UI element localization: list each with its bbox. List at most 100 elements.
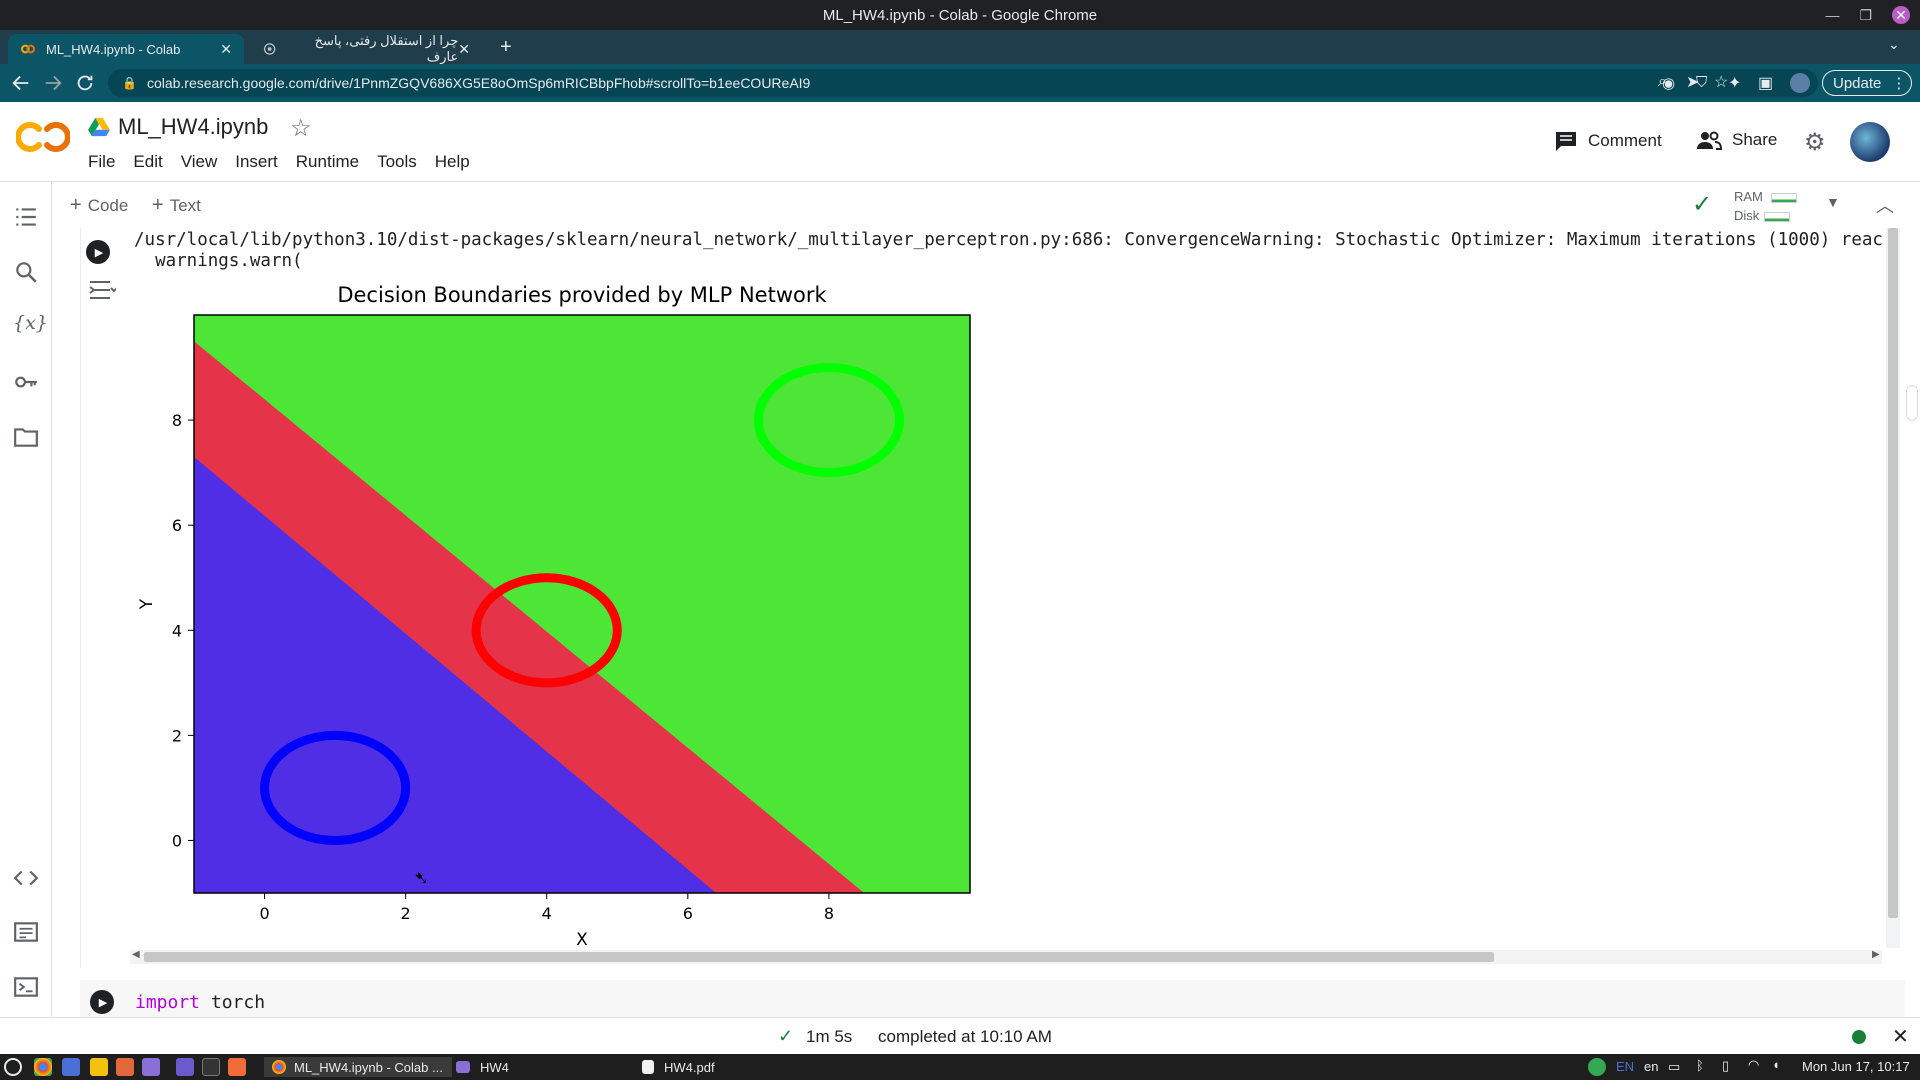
close-status-icon[interactable]: ✕ (1892, 1024, 1909, 1049)
star-icon[interactable]: ☆ (290, 114, 312, 143)
scroll-left-icon[interactable]: ◀ (132, 949, 140, 960)
status-bar: ✓ 1m 5s completed at 10:10 AM ✕ (0, 1017, 1920, 1054)
sidepanel-icon[interactable]: ▣ (1758, 73, 1773, 93)
table-of-contents-icon[interactable] (13, 204, 39, 230)
translate-launcher-icon[interactable] (62, 1058, 80, 1076)
minimize-icon[interactable]: — (1825, 7, 1839, 23)
tab-close-icon[interactable]: ✕ (458, 41, 470, 58)
taskbar-window-colab[interactable]: ML_HW4.ipynb - Colab ... (264, 1057, 452, 1077)
menu-tools[interactable]: Tools (377, 152, 417, 172)
terminal-launcher-icon[interactable] (202, 1058, 220, 1076)
horizontal-scroll-thumb[interactable] (144, 952, 1494, 962)
update-button[interactable]: Update ⋮ (1822, 70, 1912, 96)
files-launcher-icon[interactable] (176, 1058, 194, 1076)
y-tick-label: 6 (172, 516, 182, 535)
code-cell[interactable] (80, 980, 1905, 1017)
app-launcher-icon[interactable] (228, 1058, 246, 1076)
add-text-button[interactable]: + Text (152, 194, 201, 217)
comment-button[interactable]: Comment (1554, 130, 1662, 152)
warning-line: /usr/local/lib/python3.10/dist-packages/… (134, 230, 1884, 250)
page-scroll-thumb[interactable] (1906, 385, 1918, 421)
tab-search-chevron-icon[interactable]: ⌄ (1888, 36, 1900, 53)
app-launcher-icon[interactable] (142, 1058, 160, 1076)
display-icon[interactable]: ▭ (1668, 1059, 1680, 1075)
output-vertical-scrollbar[interactable] (1886, 228, 1900, 948)
menu-view[interactable]: View (181, 152, 218, 172)
chrome-launcher-icon[interactable] (34, 1058, 52, 1076)
puzzle-icon[interactable]: ✦ (1728, 73, 1741, 93)
new-tab-icon[interactable]: + (500, 36, 512, 59)
tab-article[interactable]: چرا از استقلال رفتی، پاسخ عارف ✕ (250, 33, 482, 64)
search-icon[interactable] (13, 259, 39, 285)
horizontal-scrollbar[interactable]: ◀ ▶ (130, 949, 1882, 964)
execution-duration[interactable]: 1m 5s (806, 1027, 852, 1047)
run-cell-button[interactable]: ▶ (90, 990, 114, 1014)
url-text: colab.research.google.com/drive/1PnmZGQV… (146, 75, 811, 91)
runtime-status-dot[interactable] (1852, 1030, 1866, 1044)
tab-close-icon[interactable]: ✕ (220, 41, 232, 58)
files-folder-icon[interactable] (13, 424, 39, 450)
add-code-button[interactable]: + Code (70, 194, 128, 217)
back-icon[interactable] (10, 72, 32, 94)
reload-icon[interactable] (74, 72, 96, 94)
menu-help[interactable]: Help (435, 152, 470, 172)
connected-check-icon[interactable]: ✓ (1692, 190, 1712, 219)
scroll-right-icon[interactable]: ▶ (1872, 949, 1880, 960)
output-actions-icon[interactable] (88, 278, 116, 302)
colab-favicon-icon (21, 44, 35, 54)
resources-indicator[interactable]: RAM Disk (1734, 187, 1797, 225)
volume-icon[interactable]: ◖ (1772, 1057, 1780, 1072)
bookmark-star-icon[interactable]: ☆ (1714, 72, 1728, 92)
code-snippets-icon[interactable] (13, 865, 39, 891)
secrets-key-icon[interactable] (13, 369, 39, 395)
warning-output: /usr/local/lib/python3.10/dist-packages/… (134, 230, 1884, 272)
tab-label: چرا از استقلال رفتی، پاسخ عارف (314, 33, 459, 64)
x-tick-label: 6 (683, 904, 693, 923)
tab-colab[interactable]: ML_HW4.ipynb - Colab ✕ (8, 34, 244, 64)
taskbar-window-folder[interactable]: HW4 (456, 1057, 509, 1077)
clock[interactable]: Mon Jun 17, 10:17 (1802, 1059, 1910, 1074)
run-cell-button[interactable]: ▶ (86, 240, 110, 264)
command-palette-icon[interactable] (13, 919, 39, 945)
code-line[interactable]: import torch (135, 992, 265, 1013)
menu-runtime[interactable]: Runtime (296, 152, 359, 172)
app-launcher-icon[interactable] (116, 1058, 134, 1076)
share-button[interactable]: Share (1696, 130, 1777, 150)
folder-icon (456, 1061, 470, 1073)
forward-icon[interactable] (42, 72, 64, 94)
settings-gear-icon[interactable]: ⚙ (1804, 128, 1826, 157)
terminal-icon[interactable] (13, 974, 39, 1000)
add-text-label: Text (169, 195, 201, 215)
shield-icon[interactable]: ⛉ (1696, 74, 1707, 91)
menu-file[interactable]: File (88, 152, 115, 172)
system-menu-icon[interactable] (4, 1058, 22, 1076)
extension-icon[interactable]: ◉ (1662, 74, 1675, 92)
variables-icon[interactable]: {x} (13, 312, 48, 338)
vertical-scroll-thumb[interactable] (1888, 228, 1898, 918)
bluetooth-icon[interactable]: ᛒ (1696, 1058, 1704, 1073)
menu-edit[interactable]: Edit (133, 152, 162, 172)
lock-icon[interactable]: 🔒 (122, 76, 137, 90)
window-title: ML_HW4.ipynb - Colab - Google Chrome (822, 6, 1098, 24)
input-language[interactable]: en (1644, 1059, 1658, 1074)
menu-insert[interactable]: Insert (235, 152, 278, 172)
colab-logo-icon[interactable] (16, 120, 70, 154)
collapse-header-icon[interactable]: ︿ (1876, 192, 1894, 218)
wifi-icon[interactable]: ◠ (1748, 1057, 1759, 1073)
x-tick-label: 2 (401, 904, 411, 923)
completion-time: completed at 10:10 AM (878, 1027, 1052, 1046)
notebook-title[interactable]: ML_HW4.ipynb (118, 114, 268, 140)
update-ok-icon[interactable] (1588, 1058, 1606, 1076)
battery-icon[interactable]: ▯ (1722, 1058, 1729, 1074)
maximize-icon[interactable]: ❐ (1859, 7, 1872, 24)
url-bar[interactable]: 🔒 colab.research.google.com/drive/1PnmZG… (108, 69, 1818, 97)
notes-launcher-icon[interactable] (90, 1058, 108, 1076)
keyboard-layout[interactable]: EN (1616, 1059, 1634, 1074)
profile-avatar[interactable] (1790, 73, 1810, 93)
add-code-label: Code (87, 195, 129, 215)
close-window-icon[interactable]: ✕ (1892, 6, 1910, 24)
runtime-dropdown-icon[interactable]: ▼ (1826, 194, 1840, 210)
taskbar-window-pdf[interactable]: HW4.pdf (642, 1057, 715, 1077)
os-taskbar: ML_HW4.ipynb - Colab ... HW4 HW4.pdf EN … (0, 1054, 1920, 1080)
user-avatar[interactable] (1850, 122, 1890, 162)
